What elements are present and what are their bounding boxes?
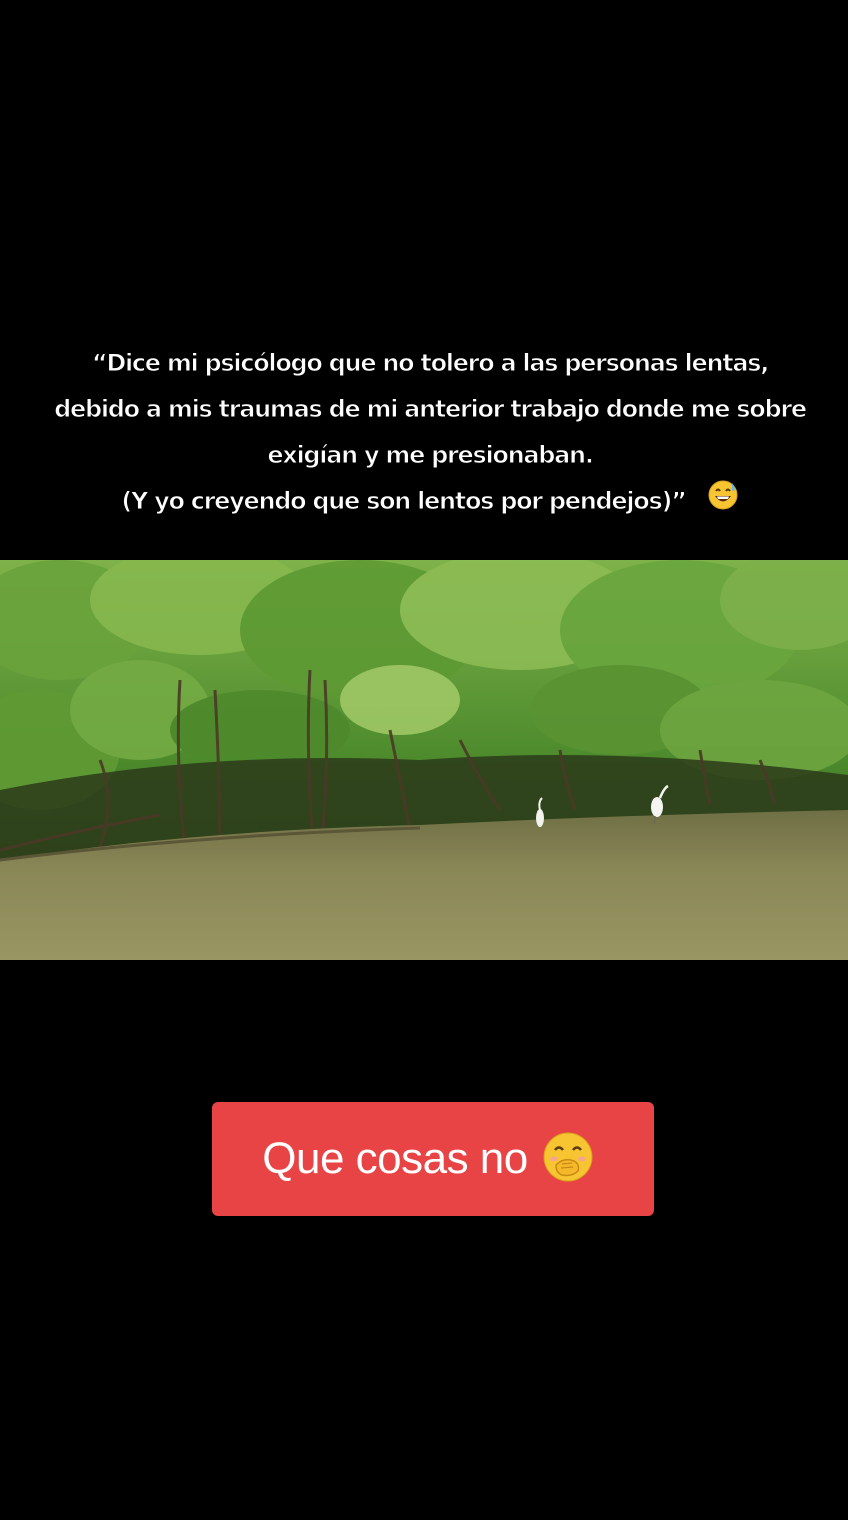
caption-line-2: debido a mis traumas de mi anterior trab… <box>54 395 808 424</box>
face-with-hand-over-mouth-icon <box>542 1131 594 1188</box>
caption-line-3: exigían y me presionaban. <box>267 441 595 470</box>
caption-line-4-text: (Y yo creyendo que son lentos por pendej… <box>121 487 688 516</box>
caption-line-1: “Dice mi psicólogo que no tolero a las p… <box>91 349 770 378</box>
grinning-face-with-sweat-icon <box>707 479 739 526</box>
mangrove-river-photo <box>0 560 848 960</box>
caption-line-4: (Y yo creyendo que son lentos por pendej… <box>40 478 820 526</box>
sticker-banner: Que cosas no <box>212 1102 654 1216</box>
caption-overlay: “Dice mi psicólogo que no tolero a las p… <box>40 340 820 526</box>
mangrove-scene-image <box>0 560 848 960</box>
sticker-text: Que cosas no <box>262 1134 528 1183</box>
